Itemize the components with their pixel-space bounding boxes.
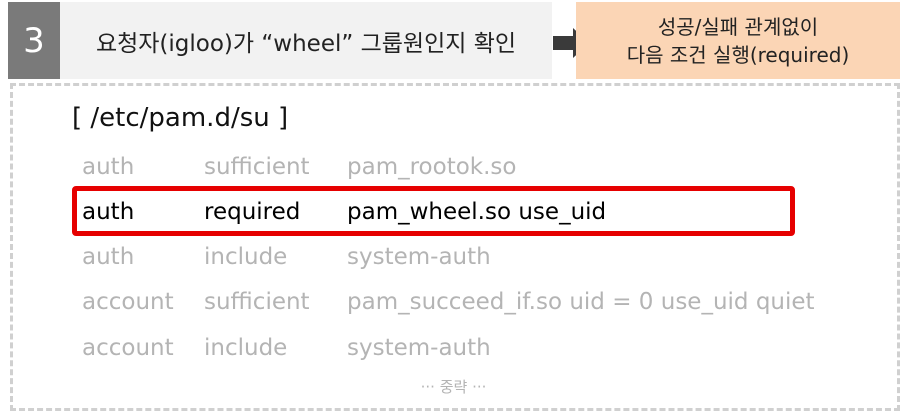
config-line: account include system-auth bbox=[82, 330, 491, 366]
config-module: system-auth bbox=[347, 335, 491, 361]
config-control: sufficient bbox=[204, 154, 310, 180]
file-path-title: [ /etc/pam.d/su ] bbox=[72, 103, 289, 133]
config-control: sufficient bbox=[204, 289, 310, 315]
config-type: account bbox=[82, 289, 174, 315]
config-line-highlighted: auth required pam_wheel.so use_uid bbox=[82, 194, 606, 230]
config-control: required bbox=[204, 199, 301, 225]
config-module: system-auth bbox=[347, 244, 491, 270]
result-line-2: 다음 조건 실행(required) bbox=[626, 42, 850, 67]
config-module: pam_wheel.so use_uid bbox=[347, 199, 607, 225]
config-control: include bbox=[204, 244, 288, 270]
config-type: auth bbox=[82, 154, 135, 180]
config-line: auth sufficient pam_rootok.so bbox=[82, 149, 516, 185]
config-type: account bbox=[82, 335, 174, 361]
config-line: account sufficient pam_succeed_if.so uid… bbox=[82, 284, 815, 320]
config-control: include bbox=[204, 335, 288, 361]
step-title: 요청자(igloo)가 “wheel” 그룹원인지 확인 bbox=[60, 2, 552, 79]
config-line: auth include system-auth bbox=[82, 239, 491, 275]
config-module: pam_succeed_if.so uid = 0 use_uid quiet bbox=[347, 289, 815, 315]
omitted-marker: ··· 중략 ··· bbox=[420, 378, 487, 396]
config-module: pam_rootok.so bbox=[347, 154, 517, 180]
step-number: 3 bbox=[8, 2, 60, 79]
result-box: 성공/실패 관계없이 다음 조건 실행(required) bbox=[576, 2, 900, 79]
result-line-1: 성공/실패 관계없이 bbox=[657, 14, 819, 39]
config-type: auth bbox=[82, 199, 135, 225]
config-type: auth bbox=[82, 244, 135, 270]
